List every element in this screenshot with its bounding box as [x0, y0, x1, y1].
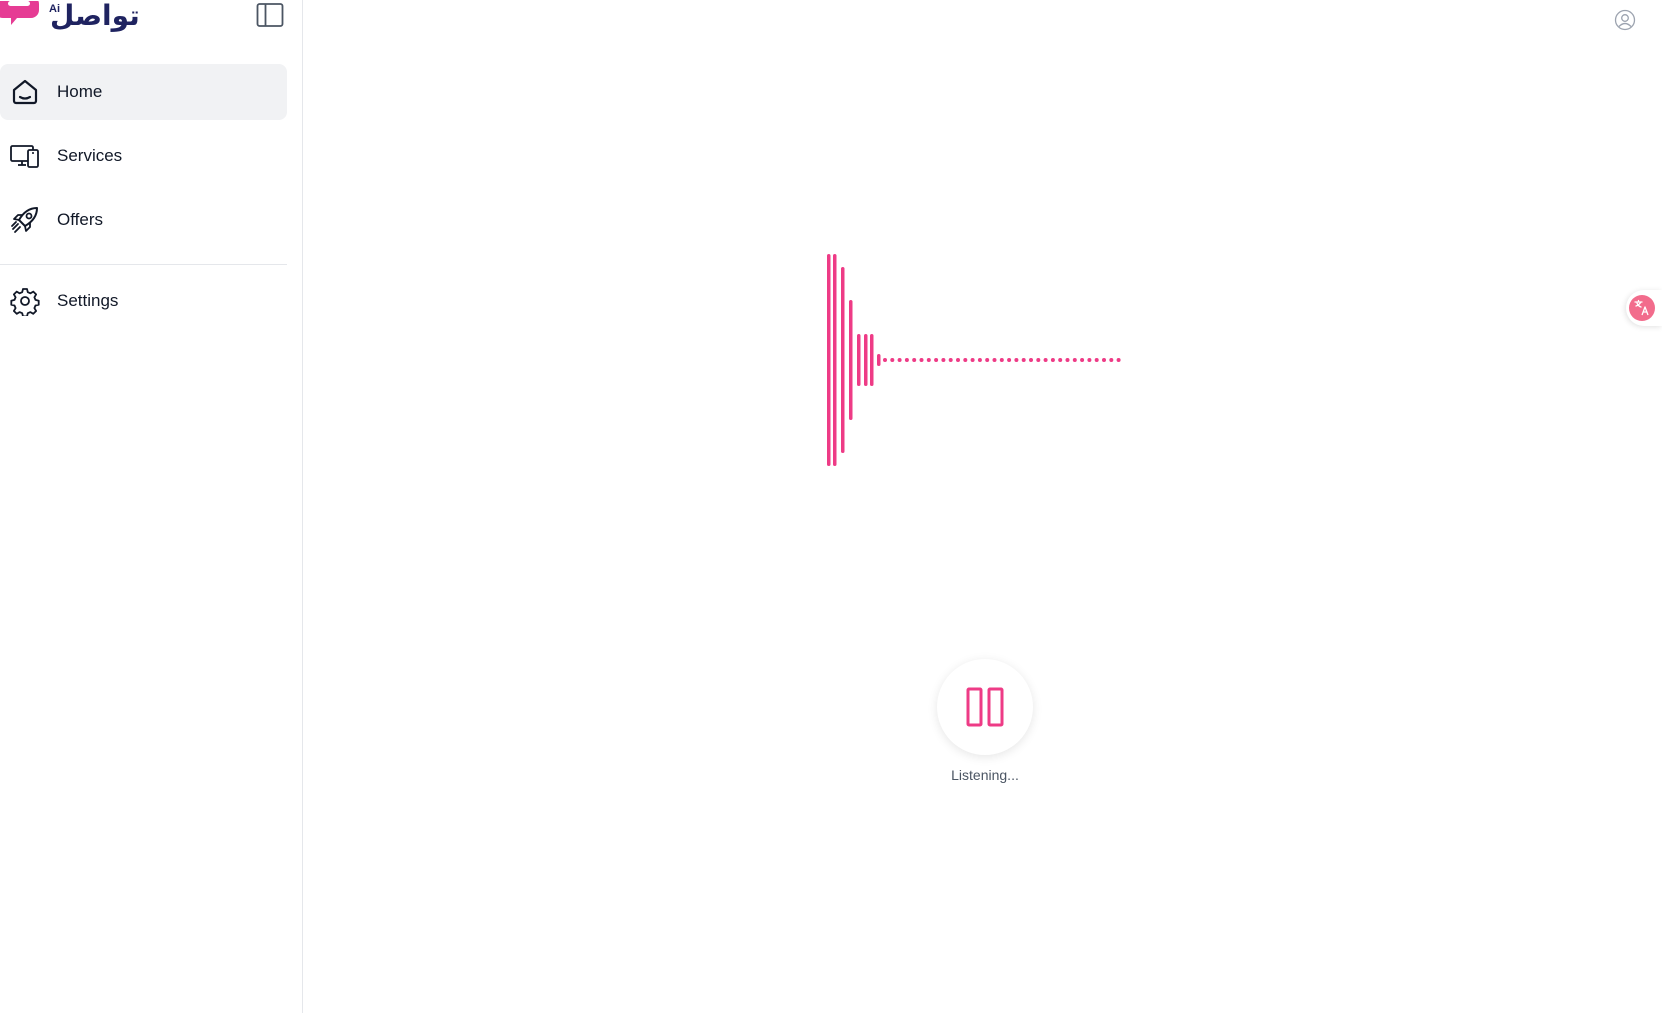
- waveform-dot: [1102, 358, 1106, 362]
- waveform-dot: [1065, 358, 1070, 362]
- waveform-dot: [1094, 358, 1099, 362]
- waveform-bar: [833, 254, 837, 466]
- waveform-dot: [977, 358, 982, 362]
- waveform-bar: [864, 334, 868, 386]
- waveform-dot: [890, 358, 895, 362]
- waveform-dot: [1072, 358, 1077, 362]
- sidebar-item-settings[interactable]: Settings: [0, 273, 287, 329]
- rocket-icon: [9, 204, 41, 236]
- sidebar-settings-group: Settings: [0, 273, 287, 337]
- devices-icon: [9, 140, 41, 172]
- waveform-bar: [857, 334, 861, 386]
- waveform-dot: [912, 358, 917, 362]
- waveform-dot: [999, 358, 1004, 362]
- waveform-dot: [926, 358, 931, 362]
- waveform-dot: [1050, 358, 1055, 362]
- translate-icon: [1629, 295, 1655, 321]
- waveform-dot: [985, 358, 990, 362]
- sidebar-toggle-icon[interactable]: [256, 2, 284, 28]
- waveform-dot: [1116, 358, 1121, 362]
- sidebar-nav: Home Services Offers: [0, 64, 287, 256]
- waveform-bar: [877, 354, 881, 366]
- waveform-dot: [1109, 358, 1114, 362]
- waveform-dot: [1029, 358, 1033, 362]
- logo-text: تواصل: [50, 0, 140, 32]
- sidebar: Ai تواصل Home Services Offers Settings: [0, 0, 303, 1013]
- waveform-dot: [1007, 358, 1012, 362]
- waveform-dot: [1014, 358, 1019, 362]
- user-profile-icon[interactable]: [1614, 9, 1636, 31]
- sidebar-item-home[interactable]: Home: [0, 64, 287, 120]
- waveform-dot: [1036, 358, 1041, 362]
- waveform-dot: [992, 358, 997, 362]
- audio-waveform: [827, 254, 1121, 466]
- translate-button[interactable]: [1626, 290, 1662, 326]
- sidebar-divider: [0, 264, 287, 265]
- waveform-dot: [934, 358, 939, 362]
- sidebar-item-services[interactable]: Services: [0, 128, 287, 184]
- waveform-dot: [904, 358, 909, 362]
- waveform-dot: [1080, 358, 1085, 362]
- logo-chat-bubble-icon: [0, 1, 39, 25]
- waveform-dot: [1043, 358, 1048, 362]
- waveform-bar: [849, 300, 853, 420]
- waveform-dot: [948, 358, 953, 362]
- pause-button[interactable]: [937, 659, 1033, 755]
- waveform-dot: [883, 358, 887, 362]
- waveform-dot: [1087, 358, 1092, 362]
- main-content: Listening...: [304, 0, 1662, 1013]
- pause-icon: [966, 687, 1004, 727]
- waveform-bar: [870, 334, 874, 386]
- sidebar-item-label: Services: [57, 146, 123, 165]
- waveform-dot: [1058, 358, 1063, 362]
- waveform-dot: [963, 358, 968, 362]
- waveform-dot: [970, 358, 975, 362]
- sidebar-item-label: Offers: [57, 210, 103, 229]
- waveform-dot: [1021, 358, 1026, 362]
- app-root: Ai تواصل Home Services Offers Settings L…: [0, 0, 1662, 1013]
- home-icon: [9, 76, 41, 108]
- logo[interactable]: Ai تواصل: [0, 0, 140, 36]
- sidebar-item-offers[interactable]: Offers: [0, 192, 287, 248]
- waveform-bar: [827, 254, 831, 466]
- waveform-dot: [941, 358, 946, 362]
- status-text: Listening...: [951, 767, 1019, 783]
- sidebar-item-label: Home: [57, 82, 103, 101]
- waveform-dot: [956, 358, 960, 362]
- waveform-bar: [841, 267, 845, 453]
- waveform-dot: [897, 358, 902, 362]
- waveform-dot: [919, 358, 924, 362]
- sidebar-item-label: Settings: [57, 291, 119, 310]
- gear-icon: [9, 285, 41, 317]
